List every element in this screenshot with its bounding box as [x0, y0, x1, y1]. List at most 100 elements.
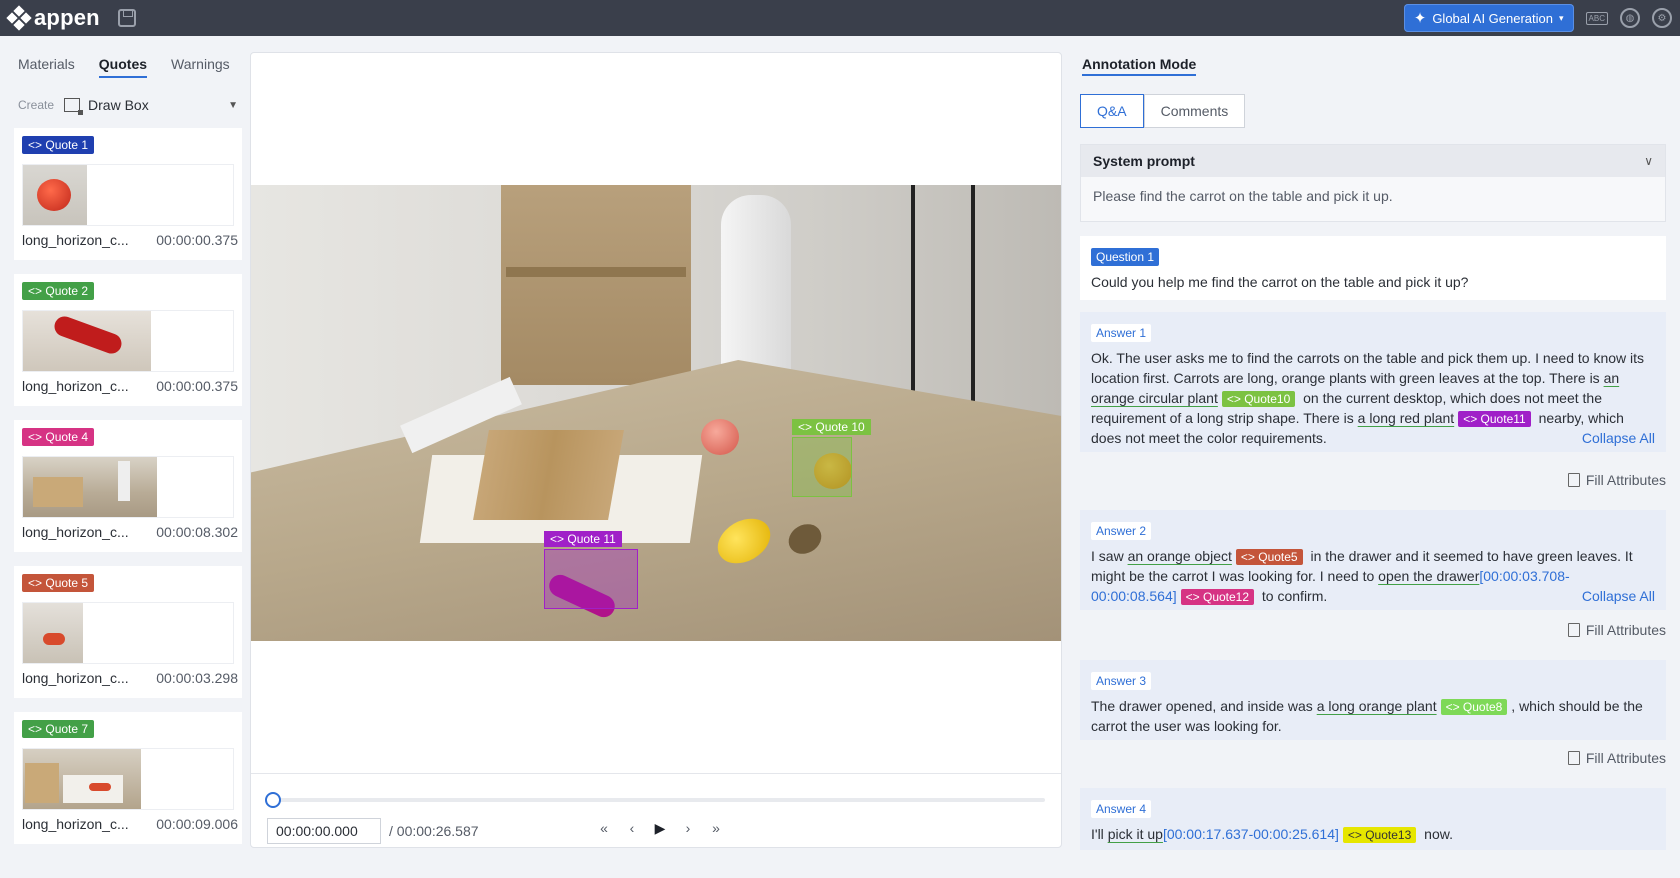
left-tabs: Materials Quotes Warnings [0, 36, 244, 78]
left-panel: Materials Quotes Warnings Create Draw Bo… [0, 36, 244, 878]
right-panel: Annotation Mode Q&A Comments System prom… [1078, 36, 1668, 878]
quote-chip[interactable]: <> Quote8 [1440, 699, 1508, 715]
total-time: / 00:00:26.587 [389, 823, 479, 839]
quote-thumbnail [22, 164, 234, 226]
answer-tag: Answer 1 [1091, 324, 1152, 342]
annotation-mode-title: Annotation Mode [1082, 56, 1197, 76]
collapse-all-link[interactable]: Collapse All [1582, 586, 1655, 606]
answer-text: I'll pick it up[00:00:17.637-00:00:25.61… [1091, 826, 1453, 843]
palette-icon[interactable]: ◍ [1620, 8, 1640, 28]
timeline-knob[interactable] [265, 792, 281, 808]
fill-attributes-button[interactable]: Fill Attributes [1567, 622, 1666, 638]
system-prompt-title: System prompt [1093, 153, 1195, 169]
player-controls: / 00:00:26.587 « ‹ ▶ › » [251, 773, 1061, 847]
quote-tag: <> Quote 7 [22, 720, 95, 738]
quote-anchor-text[interactable]: an orange object [1128, 548, 1232, 564]
quote-name: long_horizon_c... [22, 232, 129, 248]
video-tripod [971, 185, 975, 415]
quote-name: long_horizon_c... [22, 670, 129, 686]
tab-qa[interactable]: Q&A [1080, 94, 1144, 128]
collapse-all-link[interactable]: Collapse All [1582, 428, 1655, 448]
quote-thumbnail [22, 310, 234, 372]
video-tripod [911, 185, 915, 395]
quote-name: long_horizon_c... [22, 524, 129, 540]
fill-attributes-button[interactable]: Fill Attributes [1567, 750, 1666, 766]
appen-logo-icon [6, 5, 32, 31]
quote-anchor-text[interactable]: a long red plant [1358, 410, 1455, 426]
chevron-down-icon: ▾ [1559, 12, 1564, 23]
quote-card[interactable]: <> Quote 1 long_horizon_c... 00:00:00.375 [14, 128, 242, 260]
tab-warnings[interactable]: Warnings [171, 56, 230, 78]
global-ai-generation-button[interactable]: ✦ Global AI Generation ▾ [1403, 4, 1574, 32]
chevron-down-icon[interactable]: ∨ [1644, 154, 1653, 168]
quote-tag: <> Quote 5 [22, 574, 95, 592]
form-icon [1567, 473, 1580, 487]
question-card: Question 1 Could you help me find the ca… [1080, 236, 1666, 300]
system-prompt-header[interactable]: System prompt ∨ [1081, 145, 1665, 177]
quote-time: 00:00:03.298 [156, 670, 238, 686]
answer-card: Answer 3 The drawer opened, and inside w… [1080, 660, 1666, 740]
quote-chip[interactable]: <> Quote5 [1235, 549, 1303, 565]
skip-forward-icon[interactable]: » [709, 820, 723, 837]
draw-box-icon [64, 98, 84, 115]
bbox-label-quote-11: <> Quote 11 [544, 531, 622, 547]
system-prompt-text: Please find the carrot on the table and … [1093, 188, 1393, 204]
video-panel: <> Quote 10 <> Quote 11 / 00:00:26.587 «… [250, 52, 1062, 848]
bbox-quote-11[interactable] [544, 549, 638, 609]
quote-time: 00:00:00.375 [156, 378, 238, 394]
quote-chip[interactable]: <> Quote12 [1180, 589, 1255, 605]
time-range-link[interactable]: [00:00:17.637-00:00:25.614] [1163, 826, 1339, 842]
caret-down-icon: ▼ [228, 99, 238, 111]
quote-name: long_horizon_c... [22, 378, 129, 394]
quote-card[interactable]: <> Quote 7 long_horizon_c... 00:00:09.006 [14, 712, 242, 844]
appen-logo[interactable]: appen [6, 5, 100, 31]
tab-materials[interactable]: Materials [18, 56, 75, 78]
sparkle-icon: ✦ [1413, 10, 1427, 27]
form-icon [1567, 751, 1580, 765]
quote-time: 00:00:00.375 [156, 232, 238, 248]
create-tool-select[interactable]: Create Draw Box ▼ [18, 92, 238, 118]
tab-quotes[interactable]: Quotes [98, 56, 148, 78]
answer-text: I saw an orange object <> Quote5 in the d… [1091, 548, 1655, 606]
bbox-label-quote-10: <> Quote 10 [792, 419, 871, 435]
tab-comments[interactable]: Comments [1143, 94, 1246, 128]
quote-tag: <> Quote 2 [22, 282, 95, 300]
answer-tag: Answer 2 [1091, 522, 1152, 540]
top-bar: appen ✦ Global AI Generation ▾ ABC ◍ ⚙ [0, 0, 1680, 36]
step-forward-icon[interactable]: › [681, 820, 695, 837]
bbox-quote-10[interactable] [792, 437, 852, 497]
play-icon[interactable]: ▶ [653, 820, 667, 837]
quote-thumbnail [22, 748, 234, 810]
video-frame[interactable]: <> Quote 10 <> Quote 11 [251, 185, 1061, 641]
step-back-icon[interactable]: ‹ [625, 820, 639, 837]
current-time-input[interactable] [267, 818, 381, 844]
tool-value: Draw Box [88, 97, 149, 113]
quote-card[interactable]: <> Quote 2 long_horizon_c... 00:00:00.375 [14, 274, 242, 406]
quote-card[interactable]: <> Quote 4 long_horizon_c... 00:00:08.302 [14, 420, 242, 552]
question-text: Could you help me find the carrot on the… [1091, 274, 1469, 290]
fill-attributes-button[interactable]: Fill Attributes [1567, 472, 1666, 488]
video-apple [701, 419, 739, 455]
answer-card: Answer 2 I saw an orange object <> Quote5… [1080, 510, 1666, 610]
quote-anchor-text[interactable]: pick it up [1108, 826, 1163, 842]
form-icon [1567, 623, 1580, 637]
quote-list: <> Quote 1 long_horizon_c... 00:00:00.375… [14, 128, 244, 858]
answer-text: Ok. The user asks me to find the carrots… [1091, 350, 1655, 448]
mode-tabs: Q&A Comments [1080, 94, 1246, 128]
quote-thumbnail [22, 602, 234, 664]
spellcheck-icon[interactable]: ABC [1585, 11, 1608, 25]
answer-card: Answer 1 Ok. The user asks me to find th… [1080, 312, 1666, 452]
skip-back-icon[interactable]: « [597, 820, 611, 837]
quote-anchor-text[interactable]: open the drawer [1378, 568, 1479, 584]
question-tag: Question 1 [1091, 248, 1160, 266]
quote-anchor-text[interactable]: a long orange plant [1317, 698, 1437, 714]
timeline-track[interactable] [265, 792, 1045, 808]
save-icon[interactable] [117, 9, 136, 27]
video-cardboard-box [501, 185, 691, 385]
settings-icon[interactable]: ⚙ [1652, 8, 1672, 28]
quote-chip[interactable]: <> Quote10 [1221, 391, 1296, 407]
quote-chip[interactable]: <> Quote11 [1458, 411, 1531, 427]
quote-card[interactable]: <> Quote 5 long_horizon_c... 00:00:03.298 [14, 566, 242, 698]
system-prompt-panel: System prompt ∨ Please find the carrot o… [1080, 144, 1666, 222]
quote-chip[interactable]: <> Quote13 [1342, 827, 1417, 843]
